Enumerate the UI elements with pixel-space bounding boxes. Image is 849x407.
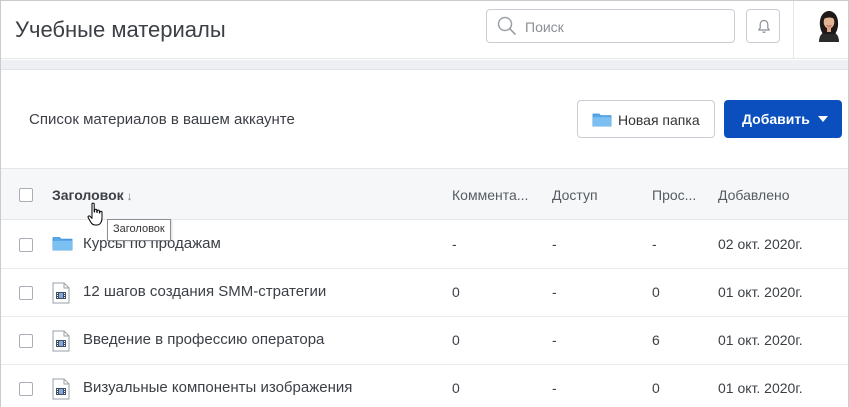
column-header-views[interactable]: Прос... <box>652 187 696 203</box>
row-comments: 0 <box>452 380 460 396</box>
column-header-comments[interactable]: Коммента... <box>452 187 528 203</box>
table-row[interactable]: 12 шагов создания SMM-стратегии 0 - 0 01… <box>1 269 848 317</box>
folder-icon <box>52 236 73 256</box>
video-icon <box>52 282 70 309</box>
row-access: - <box>552 380 557 396</box>
notifications-button[interactable] <box>746 9 780 43</box>
row-access: - <box>552 284 557 300</box>
column-header-title[interactable]: Заголовок ↓ <box>52 187 133 203</box>
row-checkbox[interactable] <box>19 286 33 300</box>
folder-icon <box>592 112 612 132</box>
add-button[interactable]: Добавить <box>724 100 842 138</box>
row-added: 02 окт. 2020г. <box>718 236 803 252</box>
search-input[interactable] <box>525 17 725 37</box>
new-folder-label: Новая папка <box>618 112 700 128</box>
row-access: - <box>552 236 557 252</box>
app-window: Учебные материалы Поиск Список материало… <box>0 0 849 407</box>
new-folder-button[interactable]: Новая папка <box>577 100 715 138</box>
header-divider <box>793 1 794 59</box>
list-subtitle: Список материалов в вашем аккаунте <box>29 111 295 128</box>
table-row[interactable]: Введение в профессию оператора 0 - 6 01 … <box>1 317 848 365</box>
hand-cursor-icon <box>87 202 107 233</box>
table-header: Заголовок ↓ Коммента... Доступ Прос... До… <box>1 168 848 220</box>
select-all-checkbox[interactable] <box>19 188 33 202</box>
chevron-down-icon <box>818 116 828 122</box>
row-checkbox[interactable] <box>19 382 33 396</box>
row-views: 0 <box>652 380 660 396</box>
row-views: 6 <box>652 332 660 348</box>
column-header-access[interactable]: Доступ <box>552 187 598 203</box>
row-added: 01 окт. 2020г. <box>718 332 803 348</box>
header-strip <box>1 60 848 70</box>
add-button-label: Добавить <box>742 111 810 127</box>
avatar[interactable] <box>815 10 843 42</box>
page-title: Учебные материалы <box>15 17 226 42</box>
sort-arrow-icon: ↓ <box>126 189 133 203</box>
row-checkbox[interactable] <box>19 334 33 348</box>
row-views: - <box>652 236 657 252</box>
row-comments: 0 <box>452 332 460 348</box>
column-header-title-label: Заголовок <box>52 187 124 203</box>
bell-icon <box>758 19 770 33</box>
row-title[interactable]: Введение в профессию оператора <box>83 331 324 348</box>
row-comments: - <box>452 236 457 252</box>
row-access: - <box>552 332 557 348</box>
column-tooltip: Заголовок <box>107 219 171 241</box>
row-comments: 0 <box>452 284 460 300</box>
video-icon <box>52 330 70 357</box>
column-header-added[interactable]: Добавлено <box>718 187 790 203</box>
row-views: 0 <box>652 284 660 300</box>
row-added: 01 окт. 2020г. <box>718 284 803 300</box>
row-title[interactable]: Визуальные компоненты изображения <box>83 379 352 396</box>
row-title[interactable]: 12 шагов создания SMM-стратегии <box>83 283 326 300</box>
row-added: 01 окт. 2020г. <box>718 380 803 396</box>
table-row[interactable]: Визуальные компоненты изображения 0 - 0 … <box>1 365 848 407</box>
top-bar: Учебные материалы <box>1 1 848 59</box>
search-box[interactable] <box>486 9 735 43</box>
video-icon <box>52 378 70 405</box>
search-icon <box>497 16 517 41</box>
row-checkbox[interactable] <box>19 238 33 252</box>
